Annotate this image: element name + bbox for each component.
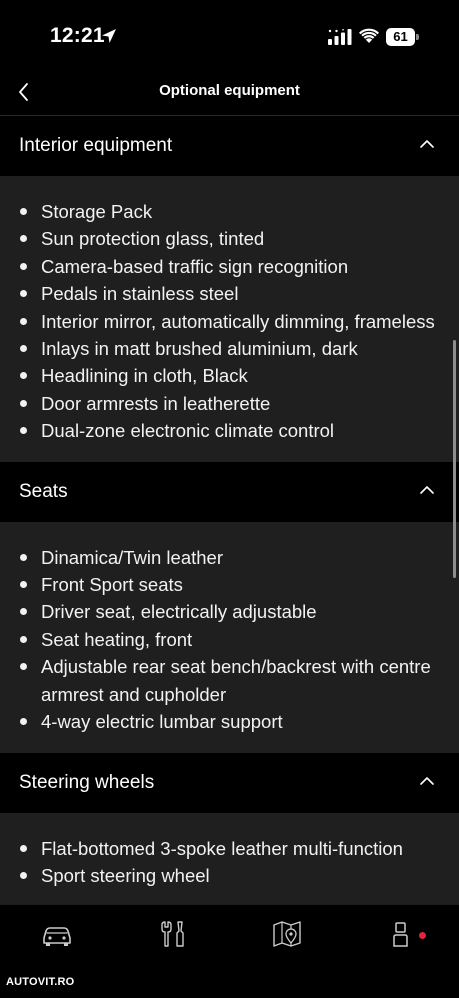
list-item: Sun protection glass, tinted — [20, 225, 439, 252]
list-item-label: Adjustable rear seat bench/backrest with… — [41, 656, 431, 705]
list-item-label: Pedals in stainless steel — [41, 283, 239, 305]
list-item-label: Dual-zone electronic climate control — [41, 420, 335, 442]
section-body: Storage Pack Sun protection glass, tinted… — [0, 176, 459, 462]
section-title: Seats — [19, 480, 68, 502]
list-item: Storage Pack — [20, 198, 439, 225]
sections-container: Interior equipment Storage Pack Sun protec… — [0, 116, 459, 904]
tools-icon[interactable] — [156, 919, 190, 949]
section-header[interactable]: Interior equipment — [0, 116, 459, 176]
bullet-icon — [20, 427, 27, 435]
bullet-icon — [20, 208, 27, 215]
map-icon[interactable] — [270, 919, 304, 949]
list-item-label: Flat-bottomed 3-spoke leather multi-func… — [41, 837, 403, 859]
list-item: Seat heating, front — [20, 626, 439, 653]
list-item: Front Sport seats — [20, 571, 439, 598]
chevron-up-icon[interactable] — [419, 775, 435, 787]
battery-level: 61 — [386, 28, 415, 46]
list-item-label: Storage Pack — [41, 201, 153, 222]
signal-icon — [328, 29, 352, 45]
bullet-icon — [20, 553, 27, 561]
bullet-icon — [20, 317, 27, 325]
list-item-label: Sun protection glass, tinted — [41, 228, 265, 250]
list-item: Camera-based traffic sign recognition — [20, 253, 439, 280]
bullet-icon — [20, 871, 27, 879]
bullet-icon — [20, 372, 27, 380]
nav-header: Optional equipment — [0, 66, 459, 116]
list-item-label: Inlays in matt brushed aluminium, dark — [41, 338, 358, 360]
section-title: Steering wheels — [19, 771, 155, 793]
bullet-icon — [20, 581, 27, 589]
bullet-icon — [20, 345, 27, 353]
list-item-label: Interior mirror, automatically dimming, … — [41, 310, 435, 332]
status-bar: 12:21 61 — [0, 0, 459, 66]
bullet-icon — [20, 608, 27, 616]
wifi-icon — [359, 28, 379, 43]
bullet-icon — [20, 290, 27, 298]
list-item-label: Seat heating, front — [41, 628, 193, 650]
bullet-icon — [20, 663, 27, 671]
list-item-label: Dinamica/Twin leather — [41, 546, 223, 568]
list-item-label: Door armrests in leatherette — [41, 392, 271, 414]
location-arrow-icon — [102, 29, 116, 43]
list-item-label: Camera-based traffic sign recognition — [41, 255, 349, 277]
list-item: Driver seat, electrically adjustable — [20, 598, 439, 625]
bullet-icon — [20, 844, 27, 852]
profile-icon[interactable] — [384, 919, 418, 949]
list-item: Pedals in stainless steel — [20, 280, 439, 307]
list-item: Door armrests in leatherette — [20, 390, 439, 417]
section-body: Dinamica/Twin leather Front Sport seats Dr… — [0, 521, 459, 753]
screen: 12:21 61 Optional equipment Interior equ… — [0, 0, 459, 998]
bullet-icon — [20, 235, 27, 243]
bullet-icon — [20, 262, 27, 270]
car-icon[interactable] — [40, 919, 74, 949]
list-item: Dual-zone electronic climate control — [20, 417, 439, 444]
notification-dot — [419, 932, 426, 939]
status-time: 12:21 — [50, 24, 105, 47]
list-item-label: Headlining in cloth, Black — [41, 365, 248, 387]
equipment-list[interactable]: Interior equipment Storage Pack Sun protec… — [0, 116, 459, 904]
scrollbar[interactable] — [453, 340, 456, 578]
section-header[interactable]: Steering wheels — [0, 752, 459, 813]
list-item-label: Driver seat, electrically adjustable — [41, 601, 317, 623]
list-item-label: Front Sport seats — [41, 574, 183, 596]
section-title: Interior equipment — [19, 135, 173, 156]
section-body: Flat-bottomed 3-spoke leather multi-func… — [0, 812, 459, 904]
list-item: Headlining in cloth, Black — [20, 362, 439, 389]
section-header[interactable]: Seats — [0, 461, 459, 522]
list-item: 4-way electric lumbar support — [20, 708, 439, 735]
chevron-up-icon[interactable] — [419, 138, 435, 150]
battery-tip — [416, 34, 419, 40]
list-item: Interior mirror, automatically dimming, … — [20, 308, 439, 335]
list-item: Inlays in matt brushed aluminium, dark — [20, 335, 439, 362]
list-item-label: 4-way electric lumbar support — [41, 711, 283, 733]
chevron-up-icon[interactable] — [419, 484, 435, 496]
bullet-icon — [20, 399, 27, 407]
list-item: Adjustable rear seat bench/backrest with… — [20, 653, 439, 708]
bullet-icon — [20, 718, 27, 726]
watermark: AUTOVIT.RO — [6, 976, 75, 988]
list-item: Dinamica/Twin leather — [20, 544, 439, 571]
bullet-icon — [20, 635, 27, 643]
list-item-label: Sport steering wheel — [41, 864, 210, 886]
battery-icon: 61 — [386, 28, 419, 46]
list-item: Sport steering wheel — [20, 862, 439, 889]
list-item: Flat-bottomed 3-spoke leather multi-func… — [20, 835, 439, 862]
page-title: Optional equipment — [159, 82, 300, 99]
